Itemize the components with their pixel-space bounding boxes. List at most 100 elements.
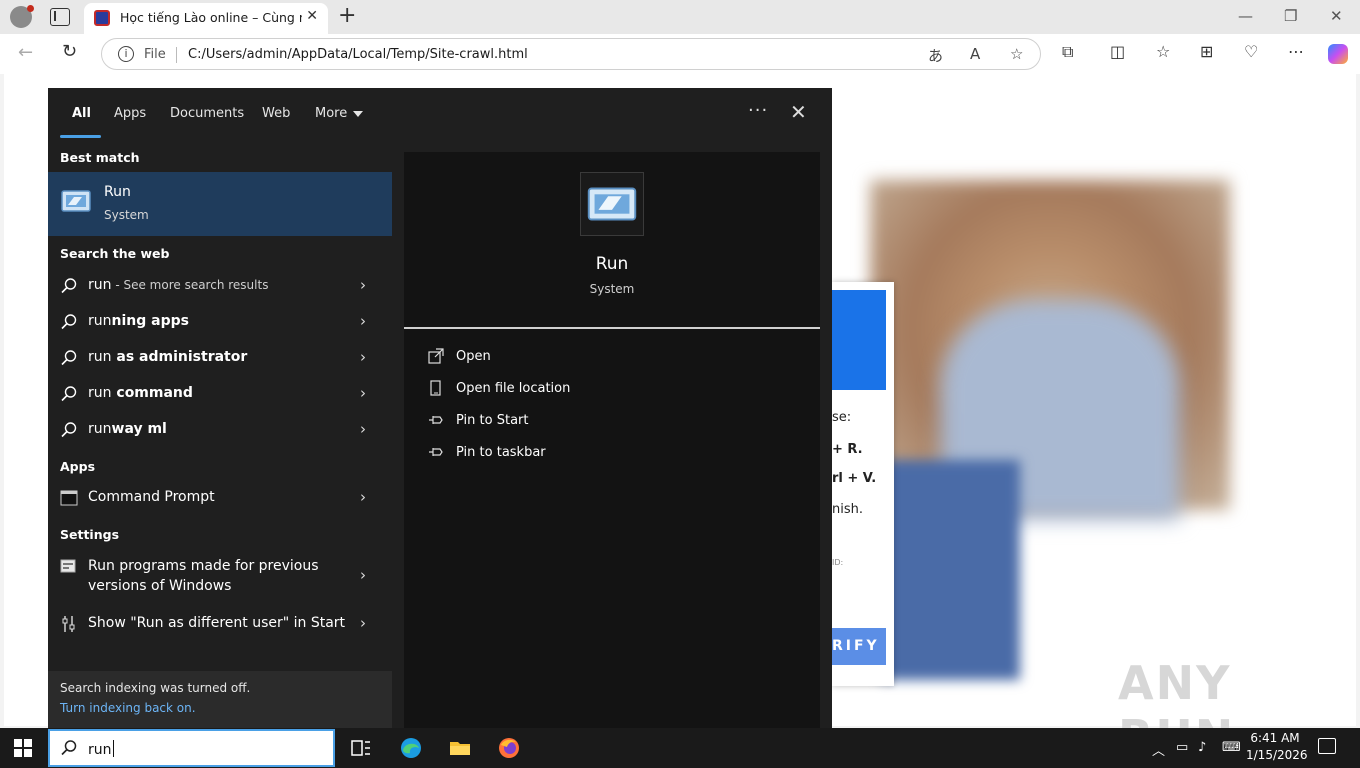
- collections-icon[interactable]: ⊞: [1200, 42, 1213, 61]
- chevron-right-icon[interactable]: ›: [360, 488, 366, 506]
- filter-more[interactable]: More: [315, 106, 364, 121]
- setting-result-label: Run programs made for previous versions …: [88, 558, 319, 594]
- filter-apps[interactable]: Apps: [114, 106, 146, 121]
- start-icon[interactable]: [14, 739, 32, 757]
- query-completion: ning apps: [111, 313, 189, 329]
- action-pin-to-taskbar[interactable]: Pin to taskbar: [428, 440, 808, 468]
- edge-icon[interactable]: [399, 736, 423, 760]
- new-tab-icon[interactable]: +: [338, 3, 356, 28]
- web-result-text: run - See more search results: [88, 277, 268, 293]
- omnibox-divider: [176, 47, 177, 63]
- taskbar-search-box[interactable]: run: [48, 729, 335, 767]
- chevron-right-icon[interactable]: ›: [360, 420, 366, 438]
- run-app-icon: [61, 190, 91, 212]
- close-tab-icon[interactable]: ✕: [306, 8, 318, 24]
- search-filter-bar: All Apps Documents Web More ··· ✕: [48, 88, 832, 140]
- filter-documents[interactable]: Documents: [170, 106, 244, 121]
- web-result[interactable]: running apps ›: [48, 304, 392, 340]
- chevron-right-icon[interactable]: ›: [360, 348, 366, 366]
- start-tile: [24, 739, 32, 747]
- search-icon: [61, 314, 77, 330]
- setting-result-compat[interactable]: Run programs made for previous versions …: [48, 550, 392, 604]
- action-label: Pin to Start: [456, 413, 529, 428]
- chevron-right-icon[interactable]: ›: [360, 384, 366, 402]
- firefox-icon[interactable]: [497, 736, 521, 760]
- chevron-right-icon[interactable]: ›: [360, 312, 366, 330]
- favorite-icon[interactable]: ☆: [1010, 45, 1023, 63]
- tab-title: Học tiếng Lào online – Cùng nhau: [120, 10, 302, 25]
- clock-time[interactable]: 6:41 AM: [1250, 731, 1300, 745]
- network-icon[interactable]: ▭: [1176, 740, 1188, 755]
- pin-icon: [429, 416, 443, 424]
- task-view-icon[interactable]: [349, 736, 373, 760]
- dialog-step-2: + R.: [832, 442, 863, 457]
- setting-result-run-as[interactable]: Show "Run as different user" in Start ›: [48, 606, 392, 642]
- active-filter-indicator: [60, 135, 101, 138]
- favorites-icon[interactable]: ☆: [1156, 42, 1170, 61]
- split-screen-icon[interactable]: ◫: [1110, 42, 1125, 61]
- translate-icon[interactable]: あ: [928, 45, 943, 66]
- tray-overflow-icon[interactable]: ︿: [1152, 740, 1165, 759]
- address-bar[interactable]: i File C:/Users/admin/AppData/Local/Temp…: [101, 38, 1041, 70]
- copilot-icon[interactable]: [1328, 44, 1348, 64]
- reload-icon[interactable]: ↻: [62, 41, 77, 62]
- verify-button[interactable]: RIFY: [832, 628, 886, 665]
- back-icon[interactable]: ←: [18, 42, 33, 63]
- tab-strip: Học tiếng Lào online – Cùng nhau ✕ + — ❐…: [0, 0, 1360, 34]
- action-open-file-location[interactable]: Open file location: [428, 376, 808, 404]
- web-result[interactable]: run - See more search results ›: [48, 268, 392, 304]
- minimize-icon[interactable]: —: [1238, 7, 1253, 25]
- clock-date[interactable]: 1/15/2026: [1246, 748, 1308, 762]
- taskbar-search-input[interactable]: run: [88, 740, 114, 758]
- web-result[interactable]: runway ml ›: [48, 412, 392, 448]
- volume-icon[interactable]: ♪: [1198, 740, 1206, 755]
- web-header: Search the web: [60, 246, 170, 261]
- best-match-title: Run: [104, 184, 131, 200]
- restore-icon[interactable]: ❐: [1284, 7, 1297, 25]
- turn-indexing-on-link[interactable]: Turn indexing back on.: [60, 701, 196, 715]
- keyboard-icon[interactable]: ⌨: [1222, 740, 1241, 755]
- filter-web[interactable]: Web: [262, 106, 290, 121]
- chevron-right-icon[interactable]: ›: [360, 276, 366, 294]
- web-result[interactable]: run command ›: [48, 376, 392, 412]
- close-icon[interactable]: ✕: [790, 100, 807, 124]
- filter-all[interactable]: All: [72, 106, 91, 121]
- start-tile: [14, 749, 22, 757]
- command-prompt-icon: [60, 490, 78, 506]
- chevron-right-icon[interactable]: ›: [360, 614, 366, 632]
- browser-essentials-icon[interactable]: ♡: [1244, 42, 1258, 61]
- dialog-step-4: nish.: [832, 502, 863, 517]
- open-icon: [428, 348, 444, 364]
- dialog-header: [832, 290, 886, 390]
- profile-icon[interactable]: [10, 5, 34, 28]
- info-icon[interactable]: i: [118, 46, 134, 62]
- settings-slider-icon: [62, 616, 75, 632]
- query-completion: as administrator: [111, 349, 248, 365]
- search-icon: [61, 422, 77, 438]
- browser-tab[interactable]: Học tiếng Lào online – Cùng nhau ✕: [84, 3, 328, 34]
- file-explorer-icon[interactable]: [448, 736, 472, 760]
- read-aloud-icon[interactable]: A: [970, 45, 980, 63]
- more-options-icon[interactable]: ···: [748, 100, 768, 121]
- web-result-text: running apps: [88, 313, 189, 329]
- query-completion: command: [111, 385, 193, 401]
- notification-icon[interactable]: [1318, 738, 1336, 754]
- compatibility-icon: [60, 559, 76, 573]
- web-result-text: run command: [88, 385, 193, 401]
- action-open[interactable]: Open: [428, 344, 808, 372]
- best-match-run[interactable]: Run System: [48, 172, 392, 236]
- window-close-icon[interactable]: ✕: [1330, 7, 1343, 25]
- query-prefix: run: [88, 313, 112, 329]
- chevron-right-icon[interactable]: ›: [360, 566, 366, 584]
- action-pin-to-start[interactable]: Pin to Start: [428, 408, 808, 436]
- search-icon: [61, 278, 77, 294]
- results-list: Best match Run System Search the web run…: [48, 140, 392, 728]
- tab-actions-icon[interactable]: [50, 8, 70, 26]
- extensions-icon[interactable]: ⧉: [1062, 42, 1073, 62]
- url-text[interactable]: C:/Users/admin/AppData/Local/Temp/Site-c…: [188, 47, 528, 62]
- apps-header: Apps: [60, 459, 96, 474]
- app-result-command-prompt[interactable]: Command Prompt ›: [48, 480, 392, 516]
- indexing-notice: Search indexing was turned off. Turn ind…: [48, 671, 392, 728]
- settings-more-icon[interactable]: ⋯: [1288, 42, 1304, 61]
- web-result[interactable]: run as administrator ›: [48, 340, 392, 376]
